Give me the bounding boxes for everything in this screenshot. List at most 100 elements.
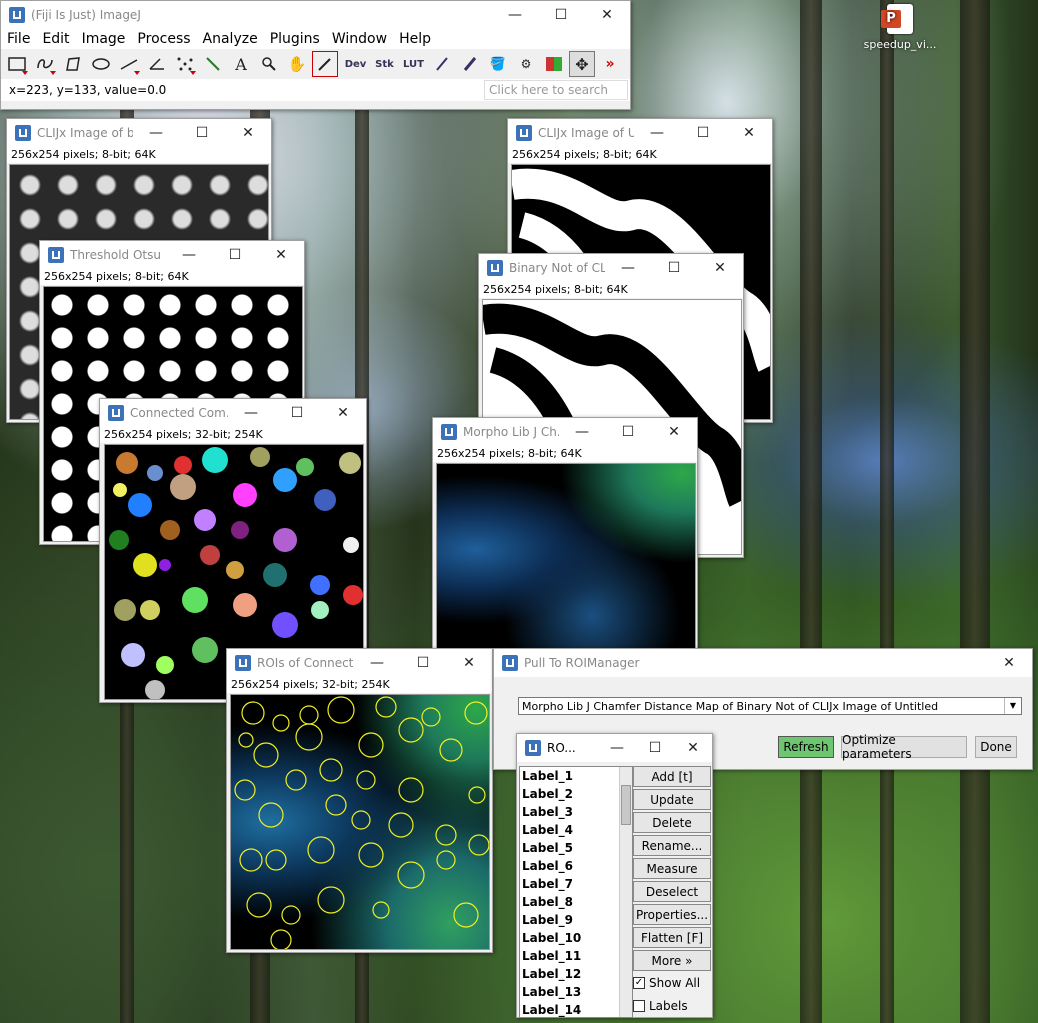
update-button[interactable]: Update (633, 789, 711, 810)
minimize-button[interactable]: — (354, 649, 400, 677)
maximize-button[interactable]: ☐ (651, 254, 697, 282)
move-tool-icon[interactable]: ✥ (569, 51, 595, 77)
magnifier-tool-icon[interactable] (256, 51, 282, 77)
list-item[interactable]: Label_2 (520, 785, 632, 803)
optimize-parameters-button[interactable]: Optimize parameters (841, 733, 967, 761)
close-button[interactable]: ✕ (697, 254, 743, 282)
image-canvas[interactable] (230, 694, 490, 950)
dialog-titlebar[interactable]: Pull To ROIManager ✕ (494, 649, 1032, 677)
roi-manager-titlebar[interactable]: RO... — ☐ ✕ (517, 734, 712, 762)
connected-titlebar[interactable]: Connected Com... — ☐ ✕ (100, 399, 366, 427)
maximize-button[interactable]: ☐ (680, 119, 726, 147)
minimize-button[interactable]: — (598, 734, 636, 762)
multipoint-tool-icon[interactable] (172, 51, 198, 77)
labels-checkbox[interactable]: Labels (633, 999, 688, 1013)
close-button[interactable]: ✕ (584, 1, 630, 29)
menu-image[interactable]: Image (76, 29, 132, 49)
maximize-button[interactable]: ☐ (212, 241, 258, 269)
list-item[interactable]: Label_13 (520, 983, 632, 1001)
minimize-button[interactable]: — (492, 1, 538, 29)
close-button[interactable]: ✕ (446, 649, 492, 677)
close-button[interactable]: ✕ (320, 399, 366, 427)
stk-tool-button[interactable]: Stk (371, 51, 398, 77)
minimize-button[interactable]: — (228, 399, 274, 427)
lut-tool-button[interactable]: LUT (400, 51, 427, 77)
rectangle-tool-icon[interactable] (4, 51, 30, 77)
line-tool-icon[interactable] (116, 51, 142, 77)
refresh-button[interactable]: Refresh (778, 736, 834, 758)
hand-tool-icon[interactable]: ✋ (284, 51, 310, 77)
list-item[interactable]: Label_3 (520, 803, 632, 821)
menu-file[interactable]: File (1, 29, 36, 49)
menu-window[interactable]: Window (326, 29, 393, 49)
close-button[interactable]: ✕ (726, 119, 772, 147)
maximize-button[interactable]: ☐ (179, 119, 225, 147)
menu-analyze[interactable]: Analyze (197, 29, 264, 49)
rois-titlebar[interactable]: ROIs of Connect... — ☐ ✕ (227, 649, 492, 677)
list-item[interactable]: Label_9 (520, 911, 632, 929)
menu-edit[interactable]: Edit (36, 29, 75, 49)
list-item[interactable]: Label_5 (520, 839, 632, 857)
rename-button[interactable]: Rename... (633, 835, 711, 856)
done-button[interactable]: Done (975, 736, 1017, 758)
list-item[interactable]: Label_7 (520, 875, 632, 893)
macro-tool-icon[interactable]: ⚙ (513, 51, 539, 77)
delete-button[interactable]: Delete (633, 812, 711, 833)
list-item[interactable]: Label_11 (520, 947, 632, 965)
close-button[interactable]: ✕ (225, 119, 271, 147)
minimize-button[interactable]: — (605, 254, 651, 282)
image-select-dropdown[interactable]: Morpho Lib J Chamfer Distance Map of Bin… (518, 697, 1022, 715)
menu-plugins[interactable]: Plugins (264, 29, 326, 49)
close-button[interactable]: ✕ (651, 418, 697, 446)
threshold-titlebar[interactable]: Threshold Otsu ... — ☐ ✕ (40, 241, 304, 269)
flood-fill-tool-icon[interactable]: 🪣 (485, 51, 511, 77)
more-tools-icon[interactable]: » (597, 51, 623, 77)
color-swatch-icon[interactable] (541, 51, 567, 77)
color-picker-tool-icon[interactable] (312, 51, 338, 77)
desktop-file-icon[interactable]: speedup_vi... (860, 4, 940, 51)
minimize-button[interactable]: — (133, 119, 179, 147)
close-button[interactable]: ✕ (986, 649, 1032, 677)
show-all-checkbox[interactable]: ✓ Show All (633, 976, 700, 990)
minimize-button[interactable]: — (166, 241, 212, 269)
list-item[interactable]: Label_10 (520, 929, 632, 947)
binary-not-titlebar[interactable]: Binary Not of CL... — ☐ ✕ (479, 254, 743, 282)
close-button[interactable]: ✕ (258, 241, 304, 269)
maximize-button[interactable]: ☐ (274, 399, 320, 427)
freehand-tool-icon[interactable] (32, 51, 58, 77)
imagej-titlebar[interactable]: (Fiji Is Just) ImageJ — ☐ ✕ (1, 1, 630, 29)
roi-list[interactable]: Label_1 Label_2 Label_3 Label_4 Label_5 … (519, 766, 633, 1018)
scrollbar-thumb[interactable] (621, 785, 631, 825)
menu-process[interactable]: Process (131, 29, 196, 49)
clijx-b-titlebar[interactable]: CLIJx Image of b... — ☐ ✕ (7, 119, 271, 147)
dev-tool-button[interactable]: Dev (342, 51, 369, 77)
clijx-u-titlebar[interactable]: CLIJx Image of U... — ☐ ✕ (508, 119, 772, 147)
list-item[interactable]: Label_12 (520, 965, 632, 983)
oval-tool-icon[interactable] (88, 51, 114, 77)
rois-window[interactable]: ROIs of Connect... — ☐ ✕ 256x254 pixels;… (226, 648, 493, 953)
add-button[interactable]: Add [t] (633, 766, 711, 787)
list-item[interactable]: Label_8 (520, 893, 632, 911)
list-scrollbar[interactable] (619, 767, 632, 1017)
minimize-button[interactable]: — (559, 418, 605, 446)
properties-button[interactable]: Properties... (633, 904, 711, 925)
brush-tool-icon[interactable] (457, 51, 483, 77)
search-input[interactable]: Click here to search (484, 80, 628, 100)
menu-help[interactable]: Help (393, 29, 437, 49)
list-item[interactable]: Label_14 (520, 1001, 632, 1017)
maximize-button[interactable]: ☐ (636, 734, 674, 762)
more-button[interactable]: More » (633, 950, 711, 971)
list-item[interactable]: Label_1 (520, 767, 632, 785)
close-button[interactable]: ✕ (674, 734, 712, 762)
text-tool-icon[interactable]: A (228, 51, 254, 77)
list-item[interactable]: Label_6 (520, 857, 632, 875)
flatten-button[interactable]: Flatten [F] (633, 927, 711, 948)
wand-tool-icon[interactable] (200, 51, 226, 77)
list-item[interactable]: Label_4 (520, 821, 632, 839)
maximize-button[interactable]: ☐ (400, 649, 446, 677)
image-canvas[interactable] (436, 463, 696, 655)
morpho-window[interactable]: Morpho Lib J Ch... — ☐ ✕ 256x254 pixels;… (432, 417, 698, 657)
deselect-button[interactable]: Deselect (633, 881, 711, 902)
polygon-tool-icon[interactable] (60, 51, 86, 77)
maximize-button[interactable]: ☐ (538, 1, 584, 29)
